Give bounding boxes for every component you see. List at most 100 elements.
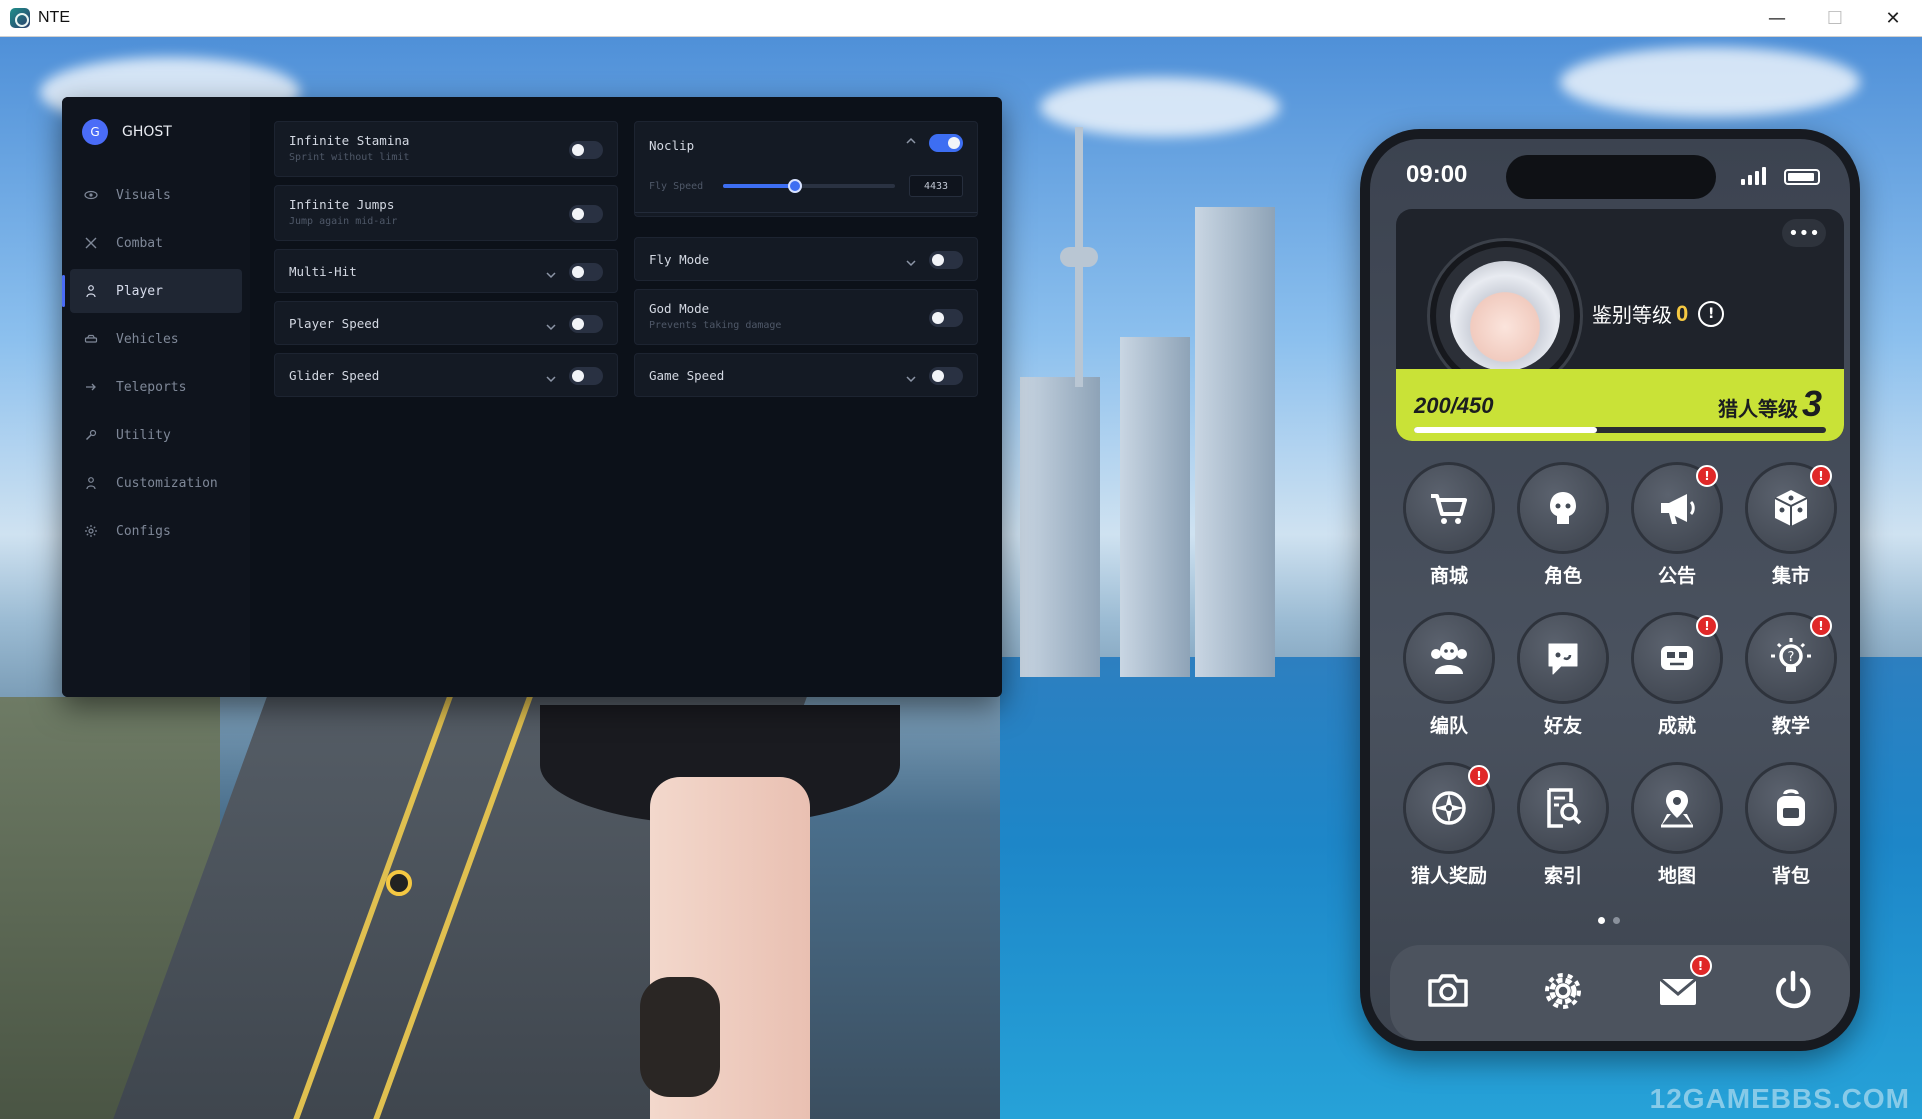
game-speed-toggle[interactable]: [929, 367, 963, 385]
game-speed-card: Game Speed: [634, 353, 978, 397]
chevron-down-icon[interactable]: [905, 370, 917, 383]
cloud: [1560, 47, 1860, 117]
glider-speed-label: Glider Speed: [289, 368, 380, 383]
notification-badge: !: [1810, 615, 1832, 637]
phone-app-team[interactable]: 编队: [1392, 615, 1506, 745]
more-options-button[interactable]: •••: [1782, 219, 1826, 247]
sidebar-item-vehicles[interactable]: Vehicles: [70, 317, 242, 361]
phone-app-backpack[interactable]: 背包: [1734, 765, 1848, 895]
sidebar-item-utility[interactable]: Utility: [70, 413, 242, 457]
signal-icon: [1741, 167, 1766, 185]
phone-app-character[interactable]: 角色: [1506, 465, 1620, 595]
menu-column-left: Infinite Stamina Sprint without limit Infi…: [274, 121, 618, 697]
fly-speed-value-field[interactable]: 4433: [909, 175, 963, 197]
sidebar-item-player[interactable]: Player: [62, 269, 242, 313]
building: [1120, 337, 1190, 677]
sidebar-item-combat[interactable]: Combat: [70, 221, 242, 265]
phone-app-map-pin[interactable]: 地图: [1620, 765, 1734, 895]
info-icon[interactable]: !: [1698, 300, 1725, 327]
player-speed-card: Player Speed: [274, 301, 618, 345]
gear-icon: [1539, 967, 1587, 1019]
eye-icon: [84, 188, 98, 202]
chevron-down-icon[interactable]: [545, 266, 557, 279]
glider-speed-toggle[interactable]: [569, 367, 603, 385]
waypoint-marker-icon[interactable]: [386, 870, 412, 896]
phone-app-label: 索引: [1543, 865, 1582, 887]
sidebar-item-customization[interactable]: Customization: [70, 461, 242, 505]
camera-icon: [1424, 967, 1472, 1019]
gear-button[interactable]: [1533, 963, 1593, 1023]
chevron-up-icon[interactable]: [905, 132, 917, 144]
phone-app-label: 编队: [1429, 715, 1468, 737]
in-game-phone: 09:00 ••• 鉴别等级 0 ! 200/450 猎人等级 3 商城 角色 …: [1360, 129, 1860, 1051]
page-dot[interactable]: [1613, 917, 1620, 924]
multi-hit-toggle[interactable]: [569, 263, 603, 281]
chevron-down-icon[interactable]: [545, 370, 557, 383]
wrench-icon: [84, 428, 98, 442]
divider: [635, 212, 977, 213]
god-mode-toggle[interactable]: [929, 309, 963, 327]
phone-app-shopping-cart[interactable]: 商城: [1392, 465, 1506, 595]
camera-button[interactable]: [1418, 963, 1478, 1023]
sidebar-item-configs[interactable]: Configs: [70, 509, 242, 553]
page-dot-active[interactable]: [1598, 917, 1605, 924]
car-icon: [84, 332, 98, 346]
phone-app-search-document[interactable]: 索引: [1506, 765, 1620, 895]
notification-badge: !: [1468, 765, 1490, 787]
fly-speed-slider-row: Fly Speed 4433: [649, 175, 963, 197]
player-speed-toggle[interactable]: [569, 315, 603, 333]
fly-speed-label: Fly Speed: [649, 180, 704, 192]
app-logo-icon: [10, 8, 30, 28]
phone-notch: [1506, 155, 1716, 199]
player-speed-label: Player Speed: [289, 316, 380, 331]
sidebar-item-label: Teleports: [116, 379, 187, 395]
chevron-down-icon[interactable]: [905, 254, 917, 267]
phone-app-label: 好友: [1543, 715, 1582, 737]
battery-icon: [1784, 169, 1820, 185]
power-button[interactable]: [1763, 963, 1823, 1023]
infinite-stamina-toggle[interactable]: [569, 141, 603, 159]
maximize-button[interactable]: ☐: [1806, 0, 1864, 37]
exp-progress-track: [1414, 427, 1826, 433]
phone-app-megaphone[interactable]: 公告!: [1620, 465, 1734, 595]
phone-app-label: 猎人奖励: [1410, 865, 1487, 887]
shopping-cart-icon: [1406, 465, 1492, 551]
menu-brand: G GHOST: [62, 117, 250, 147]
chevron-down-icon[interactable]: [545, 318, 557, 331]
avatar: [1450, 261, 1560, 371]
id-rank: 鉴别等级 0 !: [1592, 299, 1725, 328]
phone-app-lightbulb[interactable]: ? 教学!: [1734, 615, 1848, 745]
search-document-icon: [1520, 765, 1606, 851]
phone-app-chat-bubble[interactable]: 好友: [1506, 615, 1620, 745]
infinite-stamina-description: Sprint without limit: [289, 152, 410, 163]
infinite-jumps-description: Jump again mid-air: [289, 216, 398, 227]
hunter-level: 猎人等级 3: [1718, 383, 1822, 425]
fly-mode-label: Fly Mode: [649, 252, 710, 267]
tv-tower-deck: [1060, 247, 1098, 267]
slider-thumb[interactable]: [788, 179, 803, 193]
notification-badge: !: [1810, 465, 1832, 487]
sidebar-item-teleports[interactable]: Teleports: [70, 365, 242, 409]
close-button[interactable]: ✕: [1864, 0, 1922, 37]
noclip-toggle[interactable]: [929, 134, 963, 152]
fly-mode-card: Fly Mode: [634, 237, 978, 281]
fly-mode-toggle[interactable]: [929, 251, 963, 269]
minimize-button[interactable]: —: [1748, 0, 1806, 37]
id-rank-label: 鉴别等级: [1592, 303, 1672, 327]
hunter-level-value: 3: [1801, 383, 1822, 424]
hunter-level-label: 猎人等级: [1717, 397, 1798, 421]
hunter-level-bar: 200/450 猎人等级 3: [1396, 369, 1844, 441]
mail-button[interactable]: !: [1648, 955, 1712, 1023]
god-mode-label: God Mode: [649, 301, 710, 316]
watermark: 12GAMEBBS.COM: [1649, 1083, 1910, 1114]
infinite-jumps-toggle[interactable]: [569, 205, 603, 223]
fly-speed-slider[interactable]: [723, 179, 895, 193]
phone-app-compass[interactable]: 猎人奖励!: [1392, 765, 1506, 895]
phone-app-achievement[interactable]: 成就!: [1620, 615, 1734, 745]
phone-app-dice[interactable]: 集市!: [1734, 465, 1848, 595]
noclip-card: Noclip Fly Speed 4433: [634, 121, 978, 217]
profile-card[interactable]: ••• 鉴别等级 0 ! 200/450 猎人等级 3: [1396, 209, 1844, 441]
sidebar-item-visuals[interactable]: Visuals: [70, 173, 242, 217]
arrow-right-icon: [84, 380, 98, 394]
